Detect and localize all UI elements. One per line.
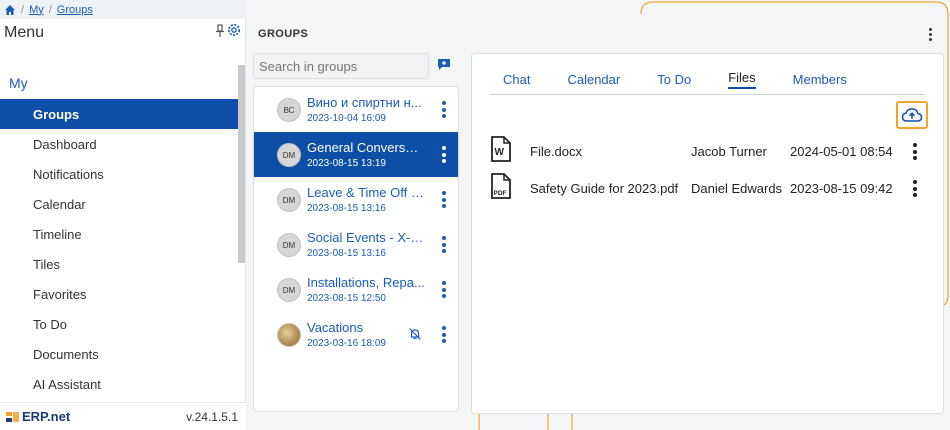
avatar: DM: [277, 233, 301, 257]
nav-item-tiles[interactable]: Tiles: [0, 249, 238, 279]
section-my[interactable]: My: [0, 61, 245, 99]
group-date: 2023-08-15 12:50: [307, 293, 386, 304]
gear-icon[interactable]: [226, 22, 242, 38]
pdf-icon: PDF: [491, 173, 511, 199]
home-icon[interactable]: [4, 4, 16, 16]
group-detail-panel: Chat Calendar To Do Files Members W File…: [471, 53, 944, 414]
sidebar: Menu My Groups Dashboard Notifications C…: [0, 19, 246, 430]
group-item[interactable]: ВС Вино и спиртни н... 2023-10-04 16:09: [254, 87, 458, 132]
file-row[interactable]: W File.docx Jacob Turner 2024-05-01 08:5…: [490, 136, 930, 166]
cloud-upload-icon: [901, 108, 923, 122]
more-options-icon[interactable]: [441, 281, 447, 298]
pin-icon[interactable]: [215, 24, 225, 38]
tab-chat[interactable]: Chat: [490, 68, 530, 95]
breadcrumb-groups[interactable]: Groups: [57, 4, 93, 16]
nav-list: Groups Dashboard Notifications Calendar …: [0, 99, 245, 399]
group-date: 2023-08-15 13:16: [307, 203, 386, 214]
word-doc-icon: W: [491, 136, 511, 162]
nav-item-ai-assistant[interactable]: AI Assistant: [0, 369, 238, 399]
muted-bell-icon[interactable]: [408, 327, 422, 341]
group-date: 2023-08-15 13:16: [307, 248, 386, 259]
tab-todo[interactable]: To Do: [644, 68, 691, 95]
more-options-icon[interactable]: [441, 146, 447, 163]
more-options-icon[interactable]: [441, 101, 447, 118]
file-date: 2023-08-15 09:42: [790, 180, 893, 196]
group-name: Leave & Time Off - ...: [307, 185, 425, 200]
avatar: ВС: [277, 98, 301, 122]
file-name[interactable]: File.docx: [530, 144, 582, 159]
avatar: DM: [277, 278, 301, 302]
upload-button[interactable]: [896, 101, 928, 129]
group-name: Installations, Repa...: [307, 275, 425, 290]
menu-header: Menu: [0, 19, 245, 47]
nav-item-timeline[interactable]: Timeline: [0, 219, 238, 249]
logo-text: ERP.net: [22, 409, 71, 424]
group-item[interactable]: DM Social Events - X-T... 2023-08-15 13:…: [254, 222, 458, 267]
logo-mark-icon: [6, 411, 19, 422]
groups-title: GROUPS: [258, 28, 309, 40]
search-groups-input[interactable]: [253, 53, 429, 79]
tab-calendar[interactable]: Calendar: [554, 68, 620, 95]
avatar: [277, 323, 301, 347]
tab-files[interactable]: Files: [715, 68, 756, 95]
group-name: Вино и спиртни н...: [307, 95, 422, 110]
more-options-icon[interactable]: [441, 326, 447, 343]
group-name: Social Events - X-T...: [307, 230, 425, 245]
file-user: Daniel Edwards: [691, 180, 783, 196]
breadcrumb: / My / Groups: [0, 0, 246, 19]
group-date: 2023-10-04 16:09: [307, 113, 386, 124]
nav-item-favorites[interactable]: Favorites: [0, 279, 238, 309]
group-item[interactable]: DM General Conversat... 2023-08-15 13:19: [254, 132, 458, 177]
file-user: Jacob Turner: [691, 143, 767, 159]
sidebar-scrollbar[interactable]: [238, 65, 245, 263]
version-label: v.24.1.5.1: [186, 409, 238, 424]
file-date: 2024-05-01 08:54: [790, 143, 893, 159]
tab-bar: Chat Calendar To Do Files Members: [490, 68, 925, 95]
menu-title: Menu: [4, 24, 45, 41]
svg-text:W: W: [495, 147, 505, 158]
new-chat-icon[interactable]: [437, 58, 451, 71]
group-item[interactable]: DM Installations, Repa... 2023-08-15 12:…: [254, 267, 458, 312]
nav-item-notifications[interactable]: Notifications: [0, 159, 238, 189]
group-item[interactable]: Vacations 2023-03-16 18:09: [254, 312, 458, 357]
avatar: DM: [277, 143, 301, 167]
group-name: General Conversat...: [307, 140, 425, 155]
nav-item-todo[interactable]: To Do: [0, 309, 238, 339]
erp-logo: ERP.net: [6, 409, 70, 424]
group-date: 2023-08-15 13:19: [307, 158, 386, 169]
page-options-icon[interactable]: [929, 28, 933, 41]
group-item[interactable]: DM Leave & Time Off - ... 2023-08-15 13:…: [254, 177, 458, 222]
tab-members[interactable]: Members: [780, 68, 847, 95]
nav-item-documents[interactable]: Documents: [0, 339, 238, 369]
breadcrumb-my[interactable]: My: [29, 4, 44, 16]
more-options-icon[interactable]: [441, 236, 447, 253]
file-options-icon[interactable]: [912, 180, 918, 197]
avatar: DM: [277, 188, 301, 212]
more-options-icon[interactable]: [441, 191, 447, 208]
group-list: ВС Вино и спиртни н... 2023-10-04 16:09 …: [253, 86, 459, 412]
nav-item-calendar[interactable]: Calendar: [0, 189, 238, 219]
nav-item-dashboard[interactable]: Dashboard: [0, 129, 238, 159]
svg-text:PDF: PDF: [494, 190, 507, 197]
file-options-icon[interactable]: [912, 143, 918, 160]
file-name[interactable]: Safety Guide for 2023.pdf: [530, 181, 678, 196]
sidebar-footer: ERP.net v.24.1.5.1: [0, 402, 246, 430]
nav-item-groups[interactable]: Groups: [0, 99, 238, 129]
file-row[interactable]: PDF Safety Guide for 2023.pdf Daniel Edw…: [490, 173, 930, 203]
